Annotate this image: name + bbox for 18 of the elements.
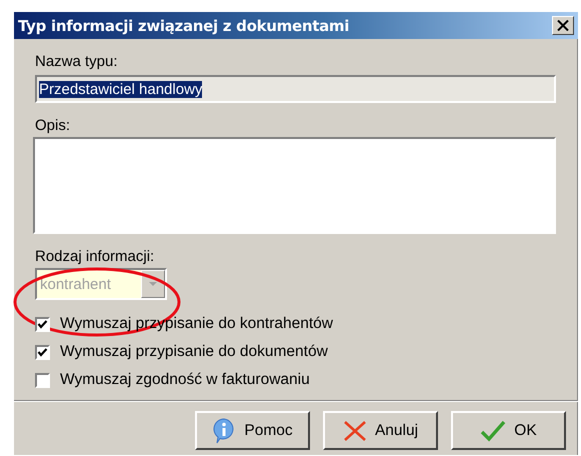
checkbox-label: Wymuszaj zgodność w fakturowaniu xyxy=(60,371,310,389)
checkbox[interactable] xyxy=(35,344,50,360)
cross-icon xyxy=(342,420,367,442)
close-icon xyxy=(557,20,569,31)
info-icon xyxy=(212,418,236,444)
help-button[interactable]: Pomoc xyxy=(195,411,310,450)
field-label: Opis: xyxy=(35,117,70,134)
close-button[interactable] xyxy=(552,16,574,35)
description-field[interactable] xyxy=(33,137,556,234)
checkmark-icon xyxy=(480,420,506,442)
window-title: Typ informacji związanej z dokumentami xyxy=(18,16,350,34)
checkbox-label: Wymuszaj przypisanie do dokumentów xyxy=(60,343,328,361)
ok-button[interactable]: OK xyxy=(451,411,566,450)
cancel-button[interactable]: Anuluj xyxy=(323,411,438,450)
checkbox[interactable] xyxy=(35,316,50,332)
field-label: Nazwa typu: xyxy=(35,53,118,70)
field-label: Rodzaj informacji: xyxy=(35,248,154,265)
checkbox[interactable] xyxy=(35,372,50,388)
